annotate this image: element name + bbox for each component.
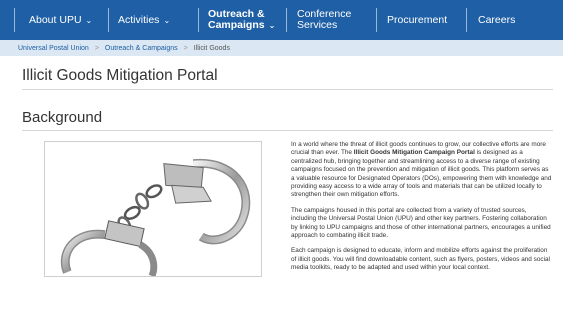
nav-item-careers[interactable]: Careers — [478, 0, 515, 40]
page-title: Illicit Goods Mitigation Portal — [22, 67, 218, 84]
section-divider — [22, 130, 553, 131]
nav-item-label-line2: Campaigns ⌄ — [208, 19, 276, 31]
nav-item-outreach-campaigns[interactable]: Outreach & Campaigns ⌄ — [208, 0, 275, 40]
nav-divider — [466, 8, 467, 32]
breadcrumb-link-outreach[interactable]: Outreach & Campaigns — [105, 45, 178, 52]
nav-divider — [14, 8, 15, 32]
nav-item-label: About UPU — [29, 13, 82, 26]
nav-divider — [198, 8, 199, 32]
section-title: Background — [22, 109, 103, 126]
title-divider — [22, 89, 553, 90]
chevron-down-icon: ⌄ — [85, 15, 93, 25]
breadcrumb-separator: > — [183, 44, 188, 52]
background-text: In a world where the threat of illicit g… — [291, 141, 553, 280]
breadcrumb-current: Illicit Goods — [193, 44, 230, 52]
chevron-down-icon: ⌄ — [163, 15, 171, 25]
nav-item-activities[interactable]: Activities ⌄ — [118, 0, 170, 40]
paragraph-campaigns: Each campaign is designed to educate, in… — [291, 247, 550, 272]
paragraph-intro: In a world where the threat of illicit g… — [291, 141, 552, 199]
nav-item-about-upu[interactable]: About UPU ⌄ — [29, 0, 92, 40]
nav-item-label: Activities — [118, 13, 160, 26]
paragraph-sources: The campaigns housed in this portal are … — [291, 206, 551, 240]
breadcrumb-link-home[interactable]: Universal Postal Union — [18, 45, 89, 52]
portal-name-bold: Illicit Goods Mitigation Campaign Portal — [353, 149, 475, 157]
nav-item-label: Careers — [478, 13, 516, 26]
nav-divider — [376, 8, 377, 32]
main-navigation: About UPU ⌄ Activities ⌄ Outreach & Camp… — [0, 0, 563, 40]
chevron-down-icon: ⌄ — [268, 21, 276, 30]
nav-item-procurement[interactable]: Procurement — [387, 0, 447, 40]
nav-divider — [286, 8, 287, 32]
handcuffs-image — [44, 141, 262, 277]
breadcrumb: Universal Postal Union > Outreach & Camp… — [0, 40, 563, 56]
nav-item-conference-services[interactable]: Conference Services — [297, 0, 351, 40]
breadcrumb-separator: > — [94, 44, 99, 52]
handcuffs-illustration — [60, 158, 251, 276]
nav-item-label-line2: Services — [297, 19, 338, 31]
nav-item-label: Procurement — [387, 13, 448, 26]
nav-divider — [108, 8, 109, 32]
